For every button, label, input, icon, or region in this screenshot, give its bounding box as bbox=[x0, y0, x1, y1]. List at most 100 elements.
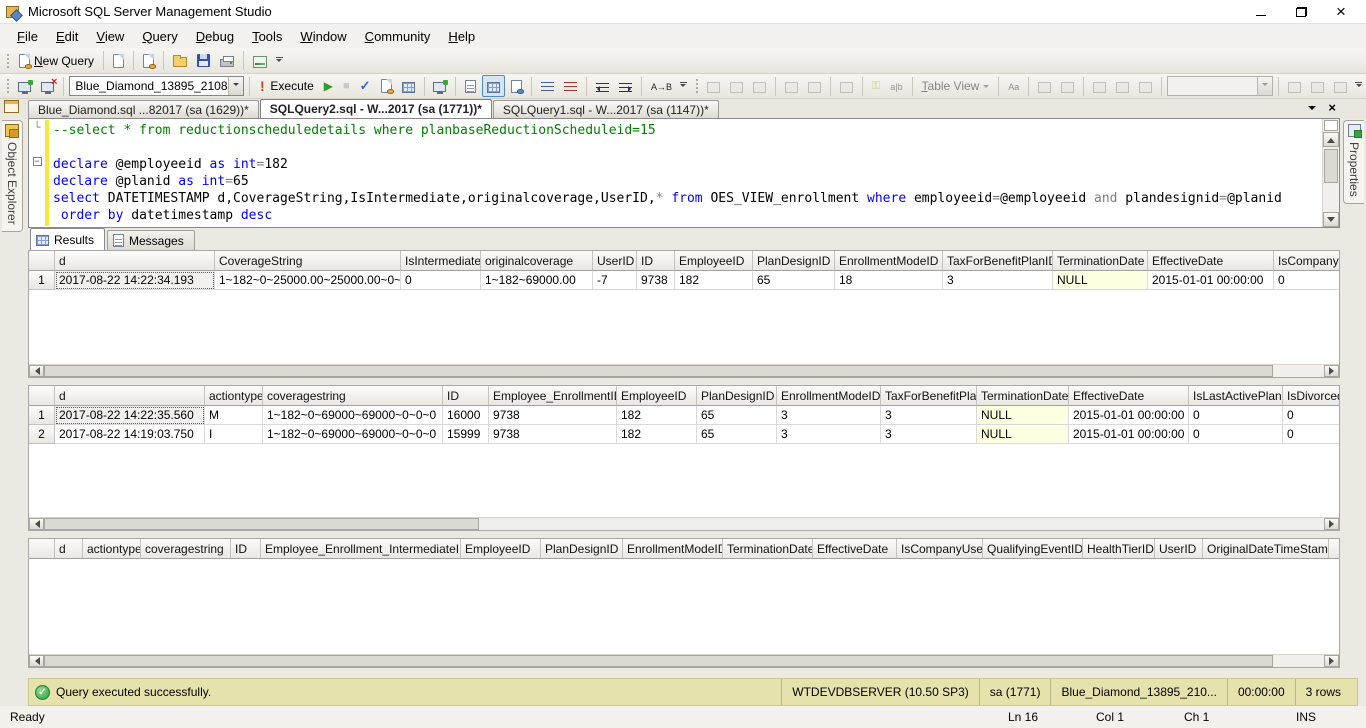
toolbar-grip[interactable] bbox=[5, 77, 9, 95]
menu-query[interactable]: Query bbox=[133, 26, 186, 47]
grid-corner-cell[interactable] bbox=[29, 386, 55, 406]
grid-cell[interactable]: 3 bbox=[777, 406, 881, 425]
grid-cell[interactable]: NULL bbox=[1053, 271, 1148, 290]
grid-cell[interactable]: 0 bbox=[1189, 425, 1283, 444]
column-header[interactable]: TaxForBenefitPlanID bbox=[943, 251, 1053, 271]
column-header[interactable]: TerminationDate bbox=[977, 386, 1069, 406]
fold-collapse-icon[interactable]: − bbox=[33, 157, 42, 166]
horizontal-scrollbar[interactable] bbox=[29, 654, 1339, 667]
code-line[interactable] bbox=[53, 139, 1322, 156]
column-header[interactable] bbox=[1329, 539, 1339, 559]
editor-fold-margin[interactable]: └− bbox=[29, 119, 45, 227]
restore-button[interactable] bbox=[1292, 3, 1310, 21]
grid-cell[interactable]: 0 bbox=[401, 271, 481, 290]
toolbar-grip[interactable] bbox=[5, 52, 10, 70]
uncomment-lines-button[interactable] bbox=[560, 75, 581, 97]
column-header[interactable]: EnrollmentModeID bbox=[777, 386, 881, 406]
grid-cell[interactable]: 15999 bbox=[443, 425, 489, 444]
object-explorer-tab[interactable]: Object Explorer bbox=[2, 120, 23, 232]
code-line[interactable]: select DATETIMESTAMP d,CoverageString,Is… bbox=[53, 190, 1322, 207]
menu-tools[interactable]: Tools bbox=[243, 26, 291, 47]
column-header[interactable]: UserID bbox=[1155, 539, 1203, 559]
grid-cell[interactable]: 9738 bbox=[489, 406, 617, 425]
menu-debug[interactable]: Debug bbox=[187, 26, 243, 47]
grid-cell[interactable]: 182 bbox=[617, 406, 697, 425]
scroll-down-button[interactable] bbox=[1323, 212, 1339, 227]
toolbar-overflow-button[interactable] bbox=[678, 76, 689, 96]
template-parameters-button[interactable]: A→B bbox=[647, 75, 676, 97]
properties-tab[interactable]: Properties bbox=[1343, 120, 1364, 204]
scroll-left-button[interactable] bbox=[29, 518, 44, 530]
grid-cell[interactable]: 65 bbox=[697, 425, 777, 444]
close-button[interactable]: × bbox=[1332, 3, 1350, 21]
parse-button[interactable]: ✓ bbox=[356, 75, 375, 97]
grid-cell[interactable]: 1~182~0~25000.00~25000.00~0~0.00~0 bbox=[215, 271, 401, 290]
execute-button[interactable]: ! Execute bbox=[254, 75, 317, 97]
column-header[interactable]: ID bbox=[231, 539, 261, 559]
menu-community[interactable]: Community bbox=[356, 26, 440, 47]
column-header[interactable]: PlanDesignID bbox=[541, 539, 623, 559]
increase-indent-button[interactable] bbox=[615, 75, 636, 97]
editor-split-handle[interactable] bbox=[1324, 120, 1338, 131]
code-line[interactable]: declare @planid as int=65 bbox=[53, 173, 1322, 190]
estimated-plan-button[interactable] bbox=[377, 75, 396, 97]
grid-cell[interactable]: 65 bbox=[753, 271, 835, 290]
column-header[interactable]: EffectiveDate bbox=[813, 539, 897, 559]
database-name[interactable]: Blue_Diamond_13895_210... bbox=[1050, 679, 1226, 705]
doc-tab-3[interactable]: SQLQuery1.sql - W...2017 (sa (1147))* bbox=[493, 100, 719, 118]
column-header[interactable]: OriginalDateTimeStamp bbox=[1203, 539, 1329, 559]
scroll-left-button[interactable] bbox=[29, 365, 44, 377]
column-header[interactable]: EmployeeID bbox=[675, 251, 753, 271]
column-header[interactable]: ID bbox=[637, 251, 675, 271]
print-button[interactable] bbox=[216, 50, 238, 72]
column-header[interactable]: actiontype bbox=[205, 386, 263, 406]
doc-tab-1[interactable]: Blue_Diamond.sql ...82017 (sa (1629))* bbox=[28, 100, 259, 118]
column-header[interactable]: HealthTierID bbox=[1083, 539, 1155, 559]
column-header[interactable]: TerminationDate bbox=[723, 539, 813, 559]
results-to-text-button[interactable] bbox=[461, 75, 480, 97]
toolbar-overflow-button[interactable] bbox=[1353, 76, 1364, 96]
connect-button[interactable] bbox=[14, 75, 35, 97]
grid-cell[interactable]: 2015-01-01 00:00:00 bbox=[1148, 271, 1274, 290]
comment-lines-button[interactable] bbox=[537, 75, 558, 97]
column-header[interactable]: actiontype bbox=[83, 539, 141, 559]
row-header[interactable]: 2 bbox=[29, 425, 55, 444]
scroll-thumb[interactable] bbox=[44, 655, 1273, 667]
menu-window[interactable]: Window bbox=[291, 26, 355, 47]
grid-cell[interactable]: 0 bbox=[1274, 271, 1339, 290]
grid-cell[interactable]: 9738 bbox=[489, 425, 617, 444]
tab-messages[interactable]: Messages bbox=[107, 230, 195, 250]
activity-monitor-button[interactable] bbox=[249, 50, 271, 72]
column-header[interactable]: EmployeeID bbox=[461, 539, 541, 559]
column-header[interactable]: EffectiveDate bbox=[1069, 386, 1189, 406]
column-header[interactable]: IsLastActivePlan bbox=[1189, 386, 1283, 406]
decrease-indent-button[interactable] bbox=[592, 75, 613, 97]
menu-view[interactable]: View bbox=[87, 26, 133, 47]
code-line[interactable]: declare @employeeid as int=182 bbox=[53, 156, 1322, 173]
grid-cell[interactable]: 1~182~0~69000~69000~0~0~0 bbox=[263, 425, 443, 444]
scroll-right-button[interactable] bbox=[1324, 655, 1339, 667]
column-header[interactable]: CoverageString bbox=[215, 251, 401, 271]
grid-cell[interactable]: 1~182~0~69000~69000~0~0~0 bbox=[263, 406, 443, 425]
grid-cell[interactable]: I bbox=[205, 425, 263, 444]
toolbar-grip[interactable] bbox=[694, 77, 698, 95]
menu-help[interactable]: Help bbox=[439, 26, 484, 47]
grid-cell[interactable]: 0 bbox=[1283, 406, 1339, 425]
horizontal-scrollbar[interactable] bbox=[29, 364, 1339, 377]
column-header[interactable]: IsDivorced bbox=[1283, 386, 1339, 406]
grid-cell[interactable]: -7 bbox=[593, 271, 637, 290]
column-header[interactable]: IsCompanyUser bbox=[897, 539, 983, 559]
row-header[interactable]: 1 bbox=[29, 271, 55, 290]
grid-cell[interactable]: 9738 bbox=[637, 271, 675, 290]
grid-cell[interactable]: 16000 bbox=[443, 406, 489, 425]
column-header[interactable]: coveragestring bbox=[263, 386, 443, 406]
column-header[interactable]: TerminationDate bbox=[1053, 251, 1148, 271]
tab-results[interactable]: Results bbox=[30, 228, 105, 250]
new-query-button[interactable]: New Query bbox=[15, 50, 98, 72]
doc-tab-2[interactable]: SQLQuery2.sql - W...2017 (sa (1771))* bbox=[260, 99, 492, 118]
column-header[interactable]: EnrollmentModeID bbox=[623, 539, 723, 559]
grid-cell[interactable]: 2017-08-22 14:22:34.193 bbox=[55, 271, 215, 290]
grid-cell[interactable]: NULL bbox=[977, 406, 1069, 425]
database-engine-query-button[interactable] bbox=[109, 50, 128, 72]
grid-cell[interactable]: NULL bbox=[977, 425, 1069, 444]
